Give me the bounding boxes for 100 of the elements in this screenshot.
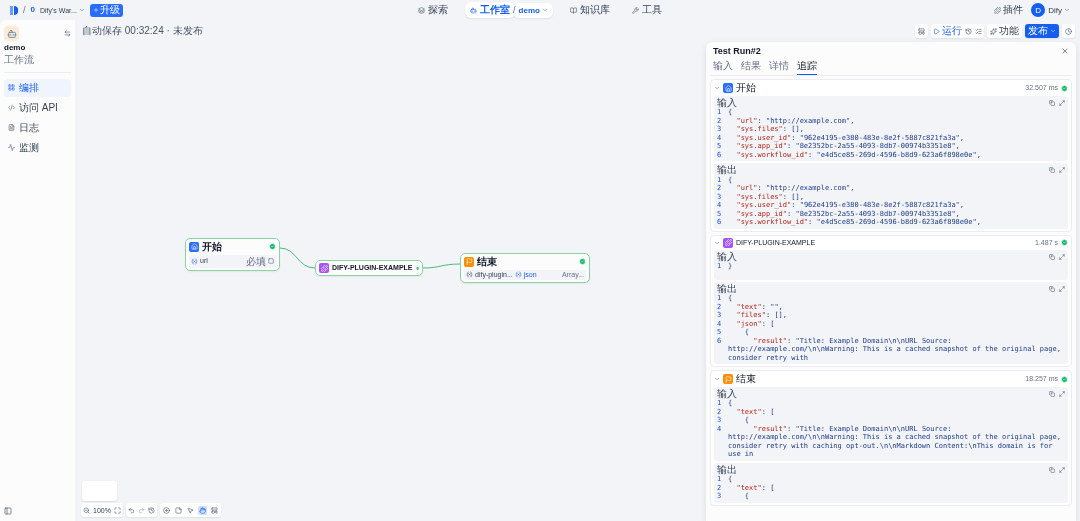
nav-tab[interactable]: 探索 bbox=[413, 2, 454, 18]
nav-item[interactable]: 日志 bbox=[4, 118, 71, 137]
block-label: 输出 bbox=[717, 463, 737, 476]
undo-icon bbox=[127, 506, 135, 514]
puzzle-icon bbox=[994, 6, 1002, 14]
layers-icon bbox=[418, 6, 426, 14]
wrench-icon bbox=[631, 6, 639, 14]
close-icon[interactable] bbox=[1061, 47, 1069, 56]
copy-icon bbox=[1049, 167, 1055, 174]
panel-tab[interactable]: 详情 bbox=[769, 59, 789, 76]
chevron-icon bbox=[714, 376, 720, 383]
canvas-tool[interactable] bbox=[173, 505, 183, 515]
layout-icon bbox=[8, 84, 15, 92]
upgrade-button[interactable]: 升级 bbox=[89, 3, 123, 17]
expand-icon bbox=[1059, 253, 1065, 260]
node-title: 开始 bbox=[202, 241, 223, 253]
canvas-tool[interactable] bbox=[209, 505, 219, 515]
activity-icon bbox=[8, 144, 15, 152]
trace-node-title: 开始 bbox=[736, 82, 757, 94]
copy-icon bbox=[1049, 253, 1055, 260]
plugins-button[interactable]: 插件 bbox=[994, 3, 1024, 17]
variable-icon bbox=[466, 271, 473, 278]
block-label: 输入 bbox=[717, 387, 737, 400]
history-icon bbox=[147, 506, 155, 514]
code-icon bbox=[8, 104, 15, 112]
variable-tag: 必填 bbox=[246, 255, 266, 267]
panel-icon bbox=[918, 27, 925, 35]
block-label: 输入 bbox=[717, 96, 737, 109]
expand-icon bbox=[1059, 466, 1065, 473]
document-icon bbox=[8, 124, 15, 132]
zoom-out-icon bbox=[83, 506, 90, 514]
chevron-icon bbox=[541, 7, 548, 13]
expand-icon bbox=[1059, 285, 1065, 292]
add-icon bbox=[162, 506, 170, 514]
clock-icon bbox=[1065, 27, 1072, 35]
version-button[interactable] bbox=[1062, 24, 1075, 38]
flag-icon bbox=[464, 256, 474, 267]
pointer-icon bbox=[186, 506, 194, 514]
copy-icon bbox=[1049, 99, 1055, 106]
canvas-tool[interactable] bbox=[161, 505, 171, 515]
nav-tab[interactable]: 工具 bbox=[626, 2, 667, 18]
panel-title: Test Run#2 bbox=[713, 46, 761, 57]
features-button[interactable]: 功能 bbox=[987, 24, 1022, 38]
canvas-tool[interactable] bbox=[185, 505, 195, 515]
panel-tab[interactable]: 输入 bbox=[713, 59, 733, 76]
puzzle-icon bbox=[723, 237, 733, 248]
puzzle-icon bbox=[319, 263, 329, 273]
expand-icon bbox=[1059, 167, 1065, 174]
workspace-number: 0 bbox=[30, 5, 35, 15]
env-button[interactable] bbox=[915, 24, 928, 38]
home-icon bbox=[723, 83, 733, 94]
hand-icon bbox=[198, 506, 206, 514]
chevron-icon bbox=[1050, 28, 1056, 34]
history-icon bbox=[965, 27, 972, 35]
nav-item[interactable]: 监测 bbox=[4, 138, 71, 157]
nav-tab[interactable]: 知识库 bbox=[564, 2, 615, 18]
note-icon bbox=[174, 506, 182, 514]
app-switcher[interactable]: demo bbox=[518, 3, 548, 17]
app-name: demo bbox=[4, 43, 27, 53]
home-icon bbox=[189, 241, 199, 252]
logo-icon[interactable] bbox=[10, 5, 18, 15]
play-icon bbox=[933, 27, 940, 35]
copy-icon bbox=[1049, 285, 1055, 292]
swap-icon bbox=[64, 30, 71, 37]
nav-item[interactable]: 访问 API bbox=[4, 98, 71, 117]
autosave-status: 自动保存 00:32:24 · 未发布 bbox=[82, 24, 203, 38]
trace-node-title: 结束 bbox=[736, 373, 757, 385]
copy-icon bbox=[1049, 466, 1055, 473]
copy-icon bbox=[1049, 390, 1055, 397]
nav-item[interactable]: 编排 bbox=[4, 78, 71, 97]
block-label: 输出 bbox=[717, 164, 737, 176]
robot-icon bbox=[470, 6, 478, 14]
publish-button[interactable]: 发布 bbox=[1025, 24, 1059, 38]
chevron-icon bbox=[78, 7, 85, 13]
sidebar-toggle-icon bbox=[4, 507, 12, 515]
user-menu[interactable]: Dify bbox=[1048, 3, 1070, 17]
plus-icon bbox=[92, 7, 99, 13]
checklist-icon bbox=[975, 27, 982, 35]
chevron-icon bbox=[714, 85, 720, 92]
variable-icon bbox=[191, 257, 198, 265]
canvas-tool[interactable] bbox=[197, 505, 207, 515]
panel-tab[interactable]: 结果 bbox=[741, 59, 761, 76]
block-label: 输出 bbox=[717, 282, 737, 295]
sparkles-icon bbox=[990, 27, 997, 35]
expand-icon bbox=[1059, 99, 1065, 106]
chevron-icon bbox=[714, 239, 720, 246]
connector-line bbox=[279, 247, 316, 269]
chevron-icon bbox=[1064, 7, 1070, 13]
robot-icon bbox=[4, 26, 19, 41]
redo-icon bbox=[137, 506, 145, 514]
variable-icon bbox=[514, 271, 522, 278]
separator: / bbox=[513, 4, 516, 16]
avatar[interactable]: D bbox=[1031, 3, 1046, 17]
connector-line bbox=[422, 263, 461, 269]
layout-icon bbox=[210, 506, 218, 514]
field-icon bbox=[268, 258, 274, 265]
fit-view-icon bbox=[113, 506, 121, 514]
book-icon bbox=[569, 6, 577, 14]
separator: / bbox=[23, 4, 26, 16]
panel-tab[interactable]: 追踪 bbox=[797, 59, 817, 76]
